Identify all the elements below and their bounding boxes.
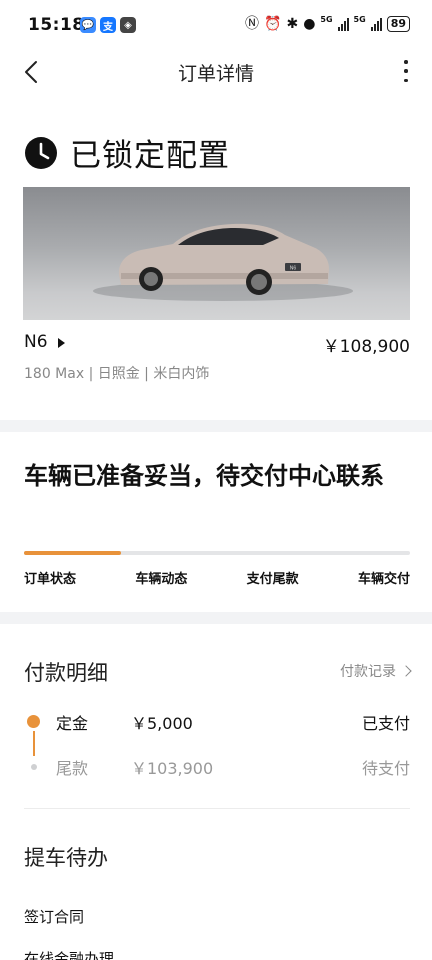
signal-icon-2: [370, 17, 382, 31]
step-vehicle-dynamics[interactable]: 车辆动态: [135, 568, 187, 587]
status-app-icons: 💬 支 ◈: [80, 17, 136, 33]
section-divider: [0, 420, 432, 432]
battery-icon: 89: [386, 16, 410, 32]
status-indicators: Ⓝ ⏰ ✱ ● 5G 5G 89: [245, 14, 410, 32]
locked-config-title: 已锁定配置: [70, 138, 230, 174]
alarm-icon: ⏰: [264, 16, 282, 32]
message-app-icon: 💬: [80, 17, 96, 33]
payment-amount: ￥103,900: [131, 759, 214, 778]
car-image: N6: [23, 187, 410, 320]
network-type-label-2: 5G: [353, 14, 366, 24]
location-icon: ●: [303, 16, 316, 32]
pending-dot-icon: [31, 764, 37, 770]
model-spec: 180 Max | 日照金 | 米白内饰: [24, 366, 210, 382]
payment-status: 待支付: [361, 759, 410, 778]
section-divider: [0, 612, 432, 624]
divider: [24, 808, 410, 809]
car-illustration: N6: [93, 223, 353, 301]
step-vehicle-delivery[interactable]: 车辆交付: [358, 568, 410, 587]
delivery-progress-bar: [24, 551, 410, 555]
payment-timeline-connector: [33, 731, 35, 756]
signal-icon: [337, 17, 349, 31]
nfc-icon: Ⓝ: [245, 16, 260, 32]
payment-records-label[interactable]: 付款记录: [340, 661, 396, 681]
model-price: ￥108,900: [322, 337, 410, 357]
caret-right-icon[interactable]: [58, 338, 65, 348]
todo-item-sign-contract[interactable]: 签订合同: [24, 906, 84, 927]
bluetooth-icon: ✱: [286, 16, 299, 32]
status-bar: 15:18 💬 支 ◈ Ⓝ ⏰ ✱ ● 5G 5G 89: [0, 0, 432, 50]
payment-status: 已支付: [361, 714, 410, 733]
locked-config-header: 已锁定配置: [24, 130, 230, 175]
step-order-status[interactable]: 订单状态: [24, 568, 76, 587]
license-plate-text: N6: [290, 266, 297, 272]
pickup-todo-title: 提车待办: [24, 846, 108, 870]
chevron-right-icon[interactable]: [400, 665, 412, 677]
payment-amount: ￥5,000: [131, 714, 193, 733]
alipay-app-icon: 支: [100, 17, 116, 33]
payment-row-deposit: 定金 ￥5,000 已支付: [24, 710, 410, 734]
payment-row-balance: 尾款 ￥103,900 待支付: [24, 755, 410, 779]
payment-details-title: 付款明细: [24, 661, 108, 685]
todo-item-finance[interactable]: 在线金融办理: [24, 948, 114, 960]
delivery-status-heading: 车辆已准备妥当，待交付中心联系: [24, 462, 384, 490]
step-final-payment[interactable]: 支付尾款: [247, 568, 299, 587]
box-app-icon: ◈: [120, 17, 136, 33]
nav-bar: 订单详情: [0, 50, 432, 94]
page-title: 订单详情: [177, 63, 254, 85]
delivery-progress-fill: [24, 551, 121, 555]
payment-records-link[interactable]: 付款记录: [340, 661, 412, 681]
clock-icon: [25, 136, 57, 169]
payment-label: 尾款: [56, 759, 89, 778]
paid-dot-icon: [27, 715, 40, 728]
delivery-steps: 订单状态 车辆动态 支付尾款 车辆交付: [24, 568, 410, 587]
more-options-icon[interactable]: [402, 58, 410, 84]
network-type-label: 5G: [320, 14, 333, 24]
model-row[interactable]: N6 ￥108,900: [24, 332, 410, 357]
payment-label: 定金: [56, 714, 89, 733]
model-name[interactable]: N6: [24, 332, 48, 352]
status-time: 15:18: [28, 15, 85, 35]
